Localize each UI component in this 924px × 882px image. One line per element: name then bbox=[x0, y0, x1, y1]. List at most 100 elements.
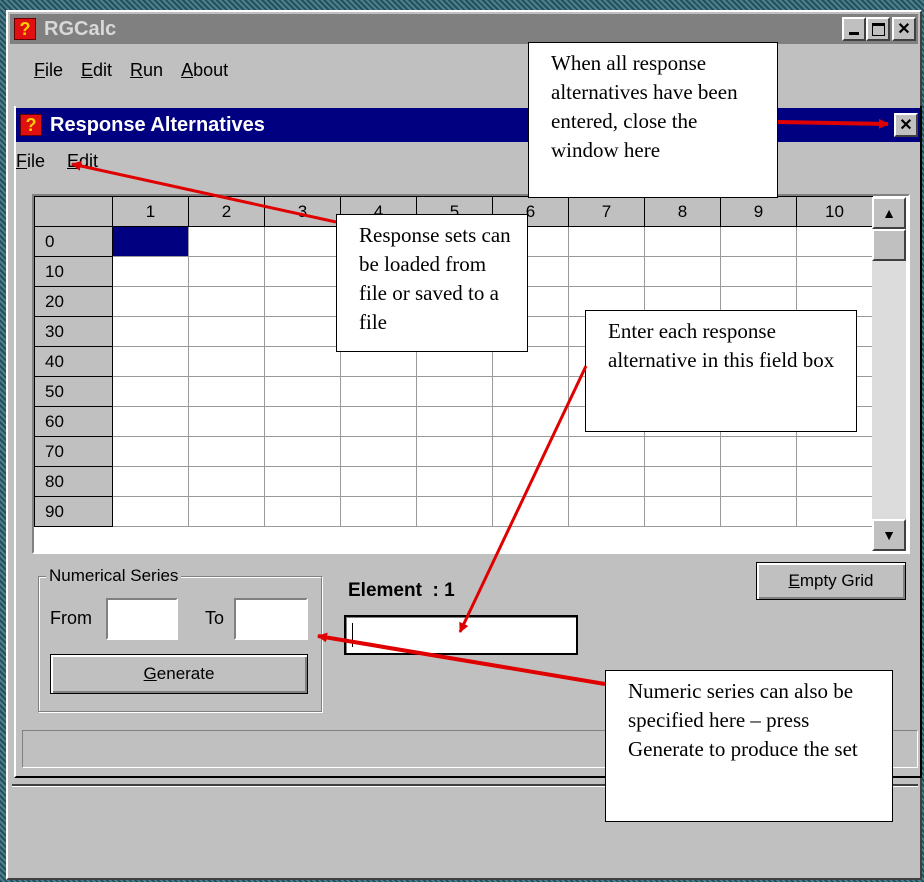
app-icon[interactable]: ? bbox=[14, 18, 36, 40]
grid-cell[interactable] bbox=[416, 436, 493, 467]
rgcalc-titlebar[interactable]: ? RGCalc bbox=[10, 14, 918, 44]
grid-cell[interactable] bbox=[492, 436, 569, 467]
dialog-app-icon[interactable]: ? bbox=[20, 114, 42, 136]
grid-cell[interactable] bbox=[112, 466, 189, 497]
grid-cell[interactable] bbox=[112, 376, 189, 407]
grid-cell[interactable] bbox=[188, 376, 265, 407]
grid-cell[interactable] bbox=[492, 376, 569, 407]
grid-cell[interactable] bbox=[492, 496, 569, 527]
dialog-close-button[interactable]: ✕ bbox=[894, 113, 918, 137]
grid-cell[interactable] bbox=[112, 226, 189, 257]
menu-about[interactable]: About bbox=[181, 60, 228, 81]
grid-row-header[interactable]: 90 bbox=[34, 496, 113, 527]
grid-cell[interactable] bbox=[264, 376, 341, 407]
app-close-button[interactable]: ✕ bbox=[892, 17, 916, 41]
grid-column-header[interactable]: 7 bbox=[568, 196, 645, 227]
grid-cell[interactable] bbox=[720, 496, 797, 527]
dialog-menu-edit[interactable]: Edit bbox=[67, 151, 98, 172]
grid-cell[interactable] bbox=[112, 316, 189, 347]
grid-row-header[interactable]: 0 bbox=[34, 226, 113, 257]
grid-cell[interactable] bbox=[264, 406, 341, 437]
grid-cell[interactable] bbox=[644, 226, 721, 257]
menu-run[interactable]: Run bbox=[130, 60, 163, 81]
element-field[interactable] bbox=[344, 615, 578, 655]
grid-cell[interactable] bbox=[568, 466, 645, 497]
grid-cell[interactable] bbox=[264, 286, 341, 317]
grid-row-header[interactable]: 10 bbox=[34, 256, 113, 287]
grid-column-header[interactable]: 10 bbox=[796, 196, 873, 227]
grid-cell[interactable] bbox=[720, 436, 797, 467]
grid-cell[interactable] bbox=[796, 436, 873, 467]
grid-cell[interactable] bbox=[416, 376, 493, 407]
grid-cell[interactable] bbox=[264, 436, 341, 467]
grid-cell[interactable] bbox=[416, 406, 493, 437]
empty-grid-button[interactable]: Empty Grid bbox=[756, 562, 906, 600]
scroll-down-button[interactable]: ▼ bbox=[872, 519, 906, 551]
grid-cell[interactable] bbox=[188, 346, 265, 377]
grid-cell[interactable] bbox=[720, 256, 797, 287]
grid-cell[interactable] bbox=[644, 496, 721, 527]
grid-cell[interactable] bbox=[264, 496, 341, 527]
grid-cell[interactable] bbox=[340, 496, 417, 527]
grid-cell[interactable] bbox=[264, 466, 341, 497]
grid-cell[interactable] bbox=[416, 496, 493, 527]
grid-row-header[interactable]: 50 bbox=[34, 376, 113, 407]
grid-cell[interactable] bbox=[340, 376, 417, 407]
grid-cell[interactable] bbox=[112, 436, 189, 467]
minimize-button[interactable] bbox=[842, 17, 866, 41]
grid-cell[interactable] bbox=[188, 286, 265, 317]
grid-cell[interactable] bbox=[340, 436, 417, 467]
grid-row-header[interactable]: 30 bbox=[34, 316, 113, 347]
grid-cell[interactable] bbox=[492, 466, 569, 497]
grid-row-header[interactable]: 60 bbox=[34, 406, 113, 437]
grid-cell[interactable] bbox=[568, 226, 645, 257]
grid-cell[interactable] bbox=[720, 226, 797, 257]
dialog-menu-file[interactable]: File bbox=[16, 151, 45, 172]
menu-file[interactable]: File bbox=[34, 60, 63, 81]
from-field[interactable] bbox=[106, 598, 178, 640]
grid-row-header[interactable]: 80 bbox=[34, 466, 113, 497]
grid-row-header[interactable]: 70 bbox=[34, 436, 113, 467]
grid-cell[interactable] bbox=[112, 406, 189, 437]
grid-cell[interactable] bbox=[492, 406, 569, 437]
generate-button[interactable]: Generate bbox=[50, 654, 308, 694]
menu-edit[interactable]: Edit bbox=[81, 60, 112, 81]
grid-cell[interactable] bbox=[644, 436, 721, 467]
grid-cell[interactable] bbox=[264, 316, 341, 347]
grid-cell[interactable] bbox=[568, 496, 645, 527]
grid-cell[interactable] bbox=[188, 496, 265, 527]
grid-column-header[interactable]: 1 bbox=[112, 196, 189, 227]
grid-cell[interactable] bbox=[188, 436, 265, 467]
scroll-up-button[interactable]: ▲ bbox=[872, 197, 906, 229]
grid-cell[interactable] bbox=[416, 466, 493, 497]
grid-cell[interactable] bbox=[796, 466, 873, 497]
grid-column-header[interactable]: 9 bbox=[720, 196, 797, 227]
grid-column-header[interactable]: 8 bbox=[644, 196, 721, 227]
grid-cell[interactable] bbox=[568, 436, 645, 467]
grid-cell[interactable] bbox=[112, 346, 189, 377]
grid-scrollbar[interactable]: ▲ ▼ bbox=[872, 197, 906, 551]
grid-cell[interactable] bbox=[568, 256, 645, 287]
grid-cell[interactable] bbox=[112, 496, 189, 527]
grid-cell[interactable] bbox=[644, 466, 721, 497]
grid-cell[interactable] bbox=[188, 406, 265, 437]
grid-cell[interactable] bbox=[188, 466, 265, 497]
grid-row-header[interactable]: 40 bbox=[34, 346, 113, 377]
grid-cell[interactable] bbox=[188, 316, 265, 347]
grid-cell[interactable] bbox=[796, 226, 873, 257]
grid-cell[interactable] bbox=[188, 226, 265, 257]
grid-cell[interactable] bbox=[340, 406, 417, 437]
grid-cell[interactable] bbox=[796, 496, 873, 527]
grid-cell[interactable] bbox=[264, 226, 341, 257]
dialog-titlebar[interactable]: ? Response Alternatives bbox=[16, 108, 920, 142]
maximize-button[interactable] bbox=[866, 17, 890, 41]
grid-cell[interactable] bbox=[644, 256, 721, 287]
grid-cell[interactable] bbox=[340, 466, 417, 497]
grid-column-header[interactable]: 2 bbox=[188, 196, 265, 227]
scroll-thumb[interactable] bbox=[872, 229, 906, 261]
grid-cell[interactable] bbox=[264, 256, 341, 287]
grid-row-header[interactable]: 20 bbox=[34, 286, 113, 317]
grid-column-header[interactable]: 3 bbox=[264, 196, 341, 227]
grid-cell[interactable] bbox=[112, 286, 189, 317]
grid-cell[interactable] bbox=[112, 256, 189, 287]
